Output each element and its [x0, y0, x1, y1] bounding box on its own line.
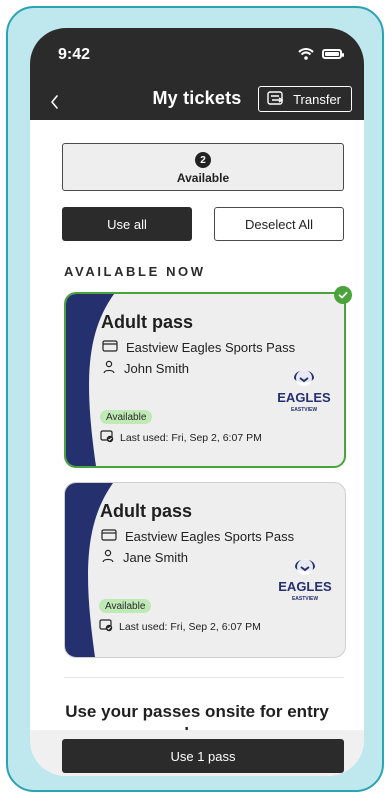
status-badge: Available — [99, 599, 152, 613]
ticket-holder-row: Jane Smith — [101, 549, 188, 566]
nav-bar: My tickets Transfer — [30, 86, 364, 120]
ticket-check-icon — [100, 429, 114, 446]
onsite-message-line1: Use your passes onsite for entry — [65, 702, 329, 721]
battery-icon — [322, 49, 344, 59]
ticket-holder-row: John Smith — [102, 360, 189, 377]
top-bar: 9:42 My tickets Transfer — [30, 28, 364, 120]
last-used-row: Last used: Fri, Sep 2, 6:07 PM — [100, 429, 262, 446]
status-badge: Available — [100, 410, 153, 424]
content: 2 Available Use all Deselect All AVAILAB… — [30, 120, 364, 776]
ticket-pass-row: Eastview Eagles Sports Pass — [101, 529, 294, 544]
person-icon — [102, 360, 116, 377]
use-all-button[interactable]: Use all — [62, 207, 192, 241]
use-pass-button[interactable]: Use 1 pass — [62, 739, 344, 773]
ticket-holder-name: Jane Smith — [123, 550, 189, 565]
logo-subtext: EASTVIEW — [292, 596, 318, 602]
eagles-logo: EAGLES EASTVIEW — [276, 366, 332, 416]
section-heading: AVAILABLE NOW — [64, 264, 206, 279]
last-used-text: Last used: Fri, Sep 2, 6:07 PM — [120, 431, 262, 444]
ticket-title: Adult pass — [101, 312, 194, 332]
wifi-icon — [298, 48, 314, 60]
transfer-label: Transfer — [293, 91, 341, 107]
available-count: 2 — [195, 152, 211, 168]
logo-text: EAGLES — [278, 579, 332, 594]
card-icon — [102, 340, 118, 355]
selected-check-icon — [334, 286, 352, 304]
ticket-card[interactable]: Adult pass Eastview Eagles Sports Pass J… — [64, 482, 346, 658]
transfer-button[interactable]: Transfer — [258, 86, 352, 112]
ticket-title: Adult pass — [100, 501, 193, 521]
logo-subtext: EASTVIEW — [291, 407, 317, 413]
ticket-holder-name: John Smith — [124, 361, 190, 376]
ticket-transfer-icon — [267, 90, 285, 109]
ticket-card[interactable]: Adult pass Eastview Eagles Sports Pass J… — [64, 292, 346, 468]
ticket-check-icon — [99, 618, 113, 635]
available-summary: 2 Available — [62, 143, 344, 191]
ticket-pass-row: Eastview Eagles Sports Pass — [102, 340, 295, 355]
eagles-logo: EAGLES EASTVIEW — [277, 555, 333, 605]
actions-row: Use all Deselect All — [62, 207, 344, 241]
person-icon — [101, 549, 115, 566]
last-used-row: Last used: Fri, Sep 2, 6:07 PM — [99, 618, 261, 635]
divider — [64, 677, 344, 678]
status-time: 9:42 — [58, 46, 91, 63]
ticket-pass-name: Eastview Eagles Sports Pass — [126, 340, 296, 355]
card-icon — [101, 529, 117, 544]
logo-text: EAGLES — [277, 390, 331, 405]
phone-screen: 9:42 My tickets Transfer 2 Available Use… — [30, 28, 364, 776]
status-icons — [298, 48, 344, 60]
last-used-text: Last used: Fri, Sep 2, 6:07 PM — [119, 620, 261, 633]
ticket-pass-name: Eastview Eagles Sports Pass — [125, 529, 295, 544]
bottom-action-bar: Use 1 pass — [30, 730, 364, 776]
available-label: Available — [176, 171, 230, 185]
deselect-all-button[interactable]: Deselect All — [214, 207, 344, 241]
